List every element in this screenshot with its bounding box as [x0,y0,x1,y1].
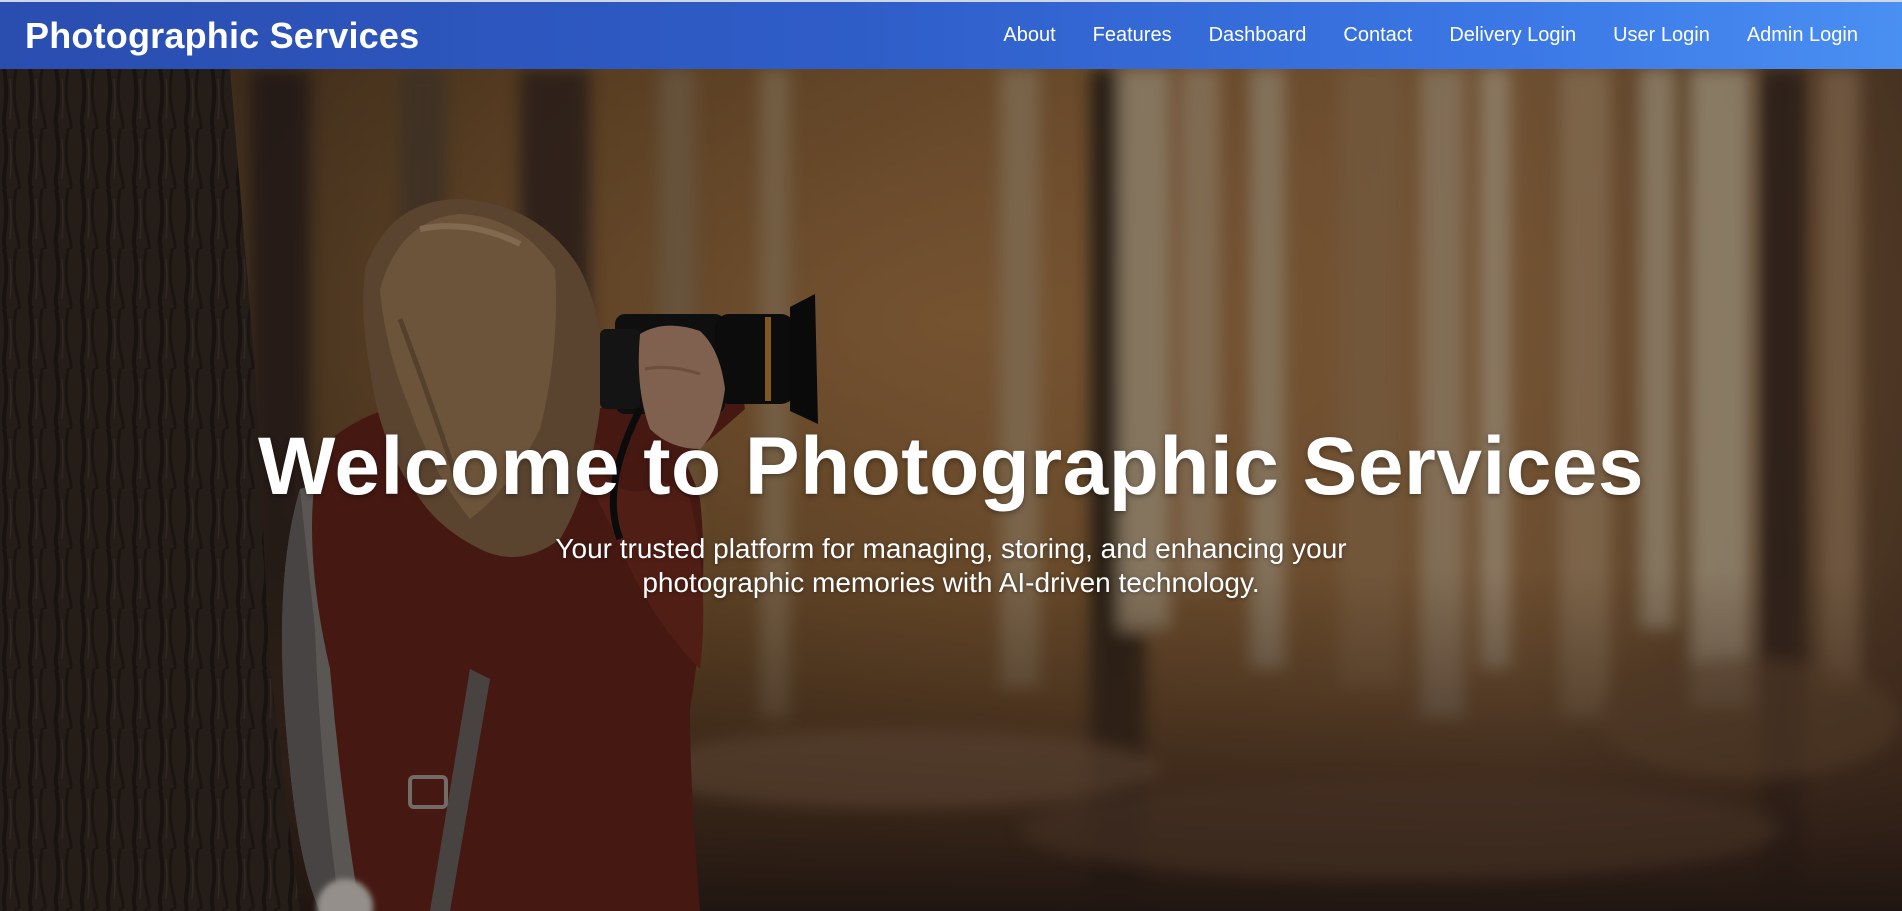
nav-link-dashboard[interactable]: Dashboard [1209,24,1307,47]
site-brand[interactable]: Photographic Services [25,15,419,57]
hero-section: Welcome to Photographic Services Your tr… [0,69,1902,911]
nav-link-delivery-login[interactable]: Delivery Login [1449,24,1576,47]
nav-links: About Features Dashboard Contact Deliver… [966,24,1858,47]
page: Photographic Services About Features Das… [0,0,1902,911]
nav-link-features[interactable]: Features [1093,24,1172,47]
hero-subtitle: Your trusted platform for managing, stor… [555,533,1347,599]
nav-link-contact[interactable]: Contact [1343,24,1412,47]
top-navbar: Photographic Services About Features Das… [0,0,1902,69]
hero-title: Welcome to Photographic Services [257,421,1645,512]
nav-link-admin-login[interactable]: Admin Login [1747,24,1858,47]
nav-link-user-login[interactable]: User Login [1613,24,1710,47]
nav-link-about[interactable]: About [1003,24,1055,47]
hero-content: Welcome to Photographic Services Your tr… [0,421,1902,600]
